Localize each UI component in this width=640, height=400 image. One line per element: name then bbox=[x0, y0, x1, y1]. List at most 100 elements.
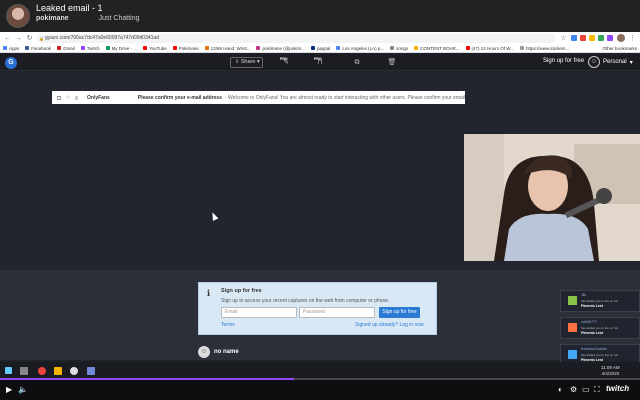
delete-button[interactable]: 🗑 bbox=[386, 57, 398, 69]
settings-icon[interactable]: ⚙ bbox=[570, 384, 577, 396]
bookmark-label: Twitch bbox=[86, 45, 100, 51]
bookmark-label: paypal bbox=[317, 45, 331, 51]
screen: Leaked email - 1 pokimane Just Chatting … bbox=[0, 0, 640, 400]
bookmark-item[interactable]: Twitch bbox=[80, 45, 100, 51]
bookmark-favicon-icon bbox=[311, 46, 316, 50]
bookmark-item[interactable]: songs bbox=[390, 46, 408, 51]
bookmark-item[interactable]: Pokimane bbox=[172, 45, 199, 51]
bookmark-favicon-icon bbox=[25, 46, 30, 50]
bookmark-item[interactable]: My Drive - ... bbox=[105, 45, 138, 51]
bookmark-item[interactable]: Facebook bbox=[25, 46, 51, 51]
bookmark-item[interactable]: https://www.stickem... bbox=[520, 46, 569, 51]
webcam-overlay bbox=[464, 134, 640, 261]
email-field[interactable]: Email bbox=[221, 307, 297, 318]
reload-icon[interactable]: ↻ bbox=[26, 34, 33, 42]
url-field[interactable]: gyazo.com/700ac7dc47a0e60097a747d09d0341… bbox=[37, 33, 556, 43]
star-icon[interactable]: ☆ bbox=[560, 34, 567, 42]
back-icon[interactable]: ← bbox=[4, 35, 11, 42]
chat-username[interactable]: rubbiK777 bbox=[581, 320, 597, 324]
discord-icon[interactable] bbox=[87, 367, 95, 375]
bookmark-item[interactable]: Los Angeles (LA) p... bbox=[336, 46, 384, 51]
stream-title: Leaked email - 1 bbox=[36, 3, 103, 13]
bookmark-item[interactable]: 12/86 Hand: Wrist... bbox=[204, 46, 250, 51]
info-icon: i bbox=[207, 288, 211, 298]
bookmark-label: Gmail bbox=[63, 45, 75, 51]
pro-badge: PRO bbox=[314, 57, 322, 61]
trash-icon: 🗑 bbox=[387, 59, 397, 66]
fullscreen-icon[interactable]: ⛶ bbox=[594, 384, 600, 396]
lock-pro-button[interactable]: PRO ⊓ bbox=[314, 57, 326, 69]
bookmark-favicon-icon bbox=[336, 46, 341, 50]
chrome-icon[interactable] bbox=[38, 367, 46, 375]
edit-pro-button[interactable]: PRO ✎ bbox=[280, 57, 292, 69]
stream-category[interactable]: Just Chatting bbox=[99, 15, 140, 22]
bookmark-favicon-icon bbox=[143, 46, 148, 50]
gyazo-logo-icon[interactable]: G bbox=[5, 57, 17, 69]
bookmark-favicon-icon bbox=[390, 46, 395, 50]
bookmark-label: https://www.stickem... bbox=[526, 45, 570, 51]
uploader-name: no name bbox=[214, 349, 239, 355]
bookmark-label: songs bbox=[396, 45, 409, 51]
extension-icon[interactable] bbox=[571, 35, 577, 41]
other-bookmarks[interactable]: Other bookmarks bbox=[602, 46, 637, 51]
share-button[interactable]: ⇪ Share ▾ bbox=[230, 57, 263, 68]
login-link[interactable]: Signed up already? Log in now bbox=[355, 322, 424, 328]
signup-link[interactable]: Sign up for free bbox=[543, 58, 584, 64]
clip-icon[interactable]: ◐ bbox=[558, 384, 563, 396]
play-icon[interactable]: ▶ bbox=[6, 384, 12, 396]
bookmark-label: YouTube bbox=[149, 45, 167, 51]
signup-button[interactable]: Sign up for free bbox=[379, 307, 420, 318]
copy-button[interactable]: ⧉ bbox=[351, 57, 363, 69]
bookmark-item[interactable]: (47) 12 Hours Of W... bbox=[465, 46, 514, 51]
chat-text: has added you to the on his bbox=[581, 326, 618, 330]
forward-icon[interactable]: → bbox=[15, 35, 22, 42]
bookmark-favicon-icon bbox=[414, 46, 419, 50]
theatre-mode-icon[interactable]: ▭ bbox=[582, 384, 590, 396]
bookmark-item[interactable]: Apps bbox=[3, 46, 19, 51]
taskbar-clock[interactable]: 11:09 AM 4/4/2020 bbox=[601, 365, 620, 377]
bookmark-item[interactable]: Gmail bbox=[57, 46, 75, 51]
folder-icon[interactable] bbox=[54, 367, 62, 375]
bookmark-favicon-icon bbox=[57, 46, 62, 50]
channel-name[interactable]: pokimane bbox=[36, 15, 69, 22]
bookmark-item[interactable]: CONTENT BOAR... bbox=[414, 45, 460, 51]
chat-avatar-icon bbox=[568, 323, 577, 332]
obs-icon[interactable] bbox=[70, 367, 78, 375]
bookmark-label: My Drive - ... bbox=[111, 45, 138, 51]
bookmark-item[interactable]: YouTube bbox=[143, 46, 167, 51]
bookmark-favicon-icon bbox=[3, 46, 7, 50]
bookmark-item[interactable]: paypal bbox=[311, 46, 330, 51]
stream-subtitle: pokimane Just Chatting bbox=[36, 15, 140, 22]
password-field[interactable]: Password bbox=[299, 307, 375, 318]
label-icon[interactable] bbox=[74, 95, 78, 100]
search-icon[interactable] bbox=[20, 367, 28, 375]
bookmark-label: CONTENT BOAR... bbox=[420, 45, 460, 51]
extension-icon[interactable] bbox=[607, 35, 613, 41]
email-checkbox[interactable] bbox=[57, 95, 61, 100]
windows-start-icon[interactable] bbox=[5, 367, 12, 374]
twitch-logo[interactable]: twitch bbox=[606, 384, 629, 393]
extension-icon[interactable] bbox=[589, 35, 595, 41]
chat-avatar-icon bbox=[568, 296, 577, 305]
bookmark-label: Apps bbox=[9, 45, 20, 51]
profile-icon[interactable] bbox=[617, 34, 625, 42]
streamer-avatar[interactable] bbox=[6, 4, 30, 28]
account-menu[interactable]: ☺ Personal ▾ bbox=[588, 56, 633, 68]
volume-icon[interactable]: 🔈 bbox=[18, 384, 28, 396]
extension-icon[interactable] bbox=[598, 35, 604, 41]
chat-username[interactable]: Jilk bbox=[581, 293, 586, 297]
chat-text: has added you to the on his bbox=[581, 353, 618, 357]
star-icon[interactable]: ☆ bbox=[66, 94, 71, 101]
chat-avatar-icon bbox=[568, 350, 577, 359]
email-row[interactable]: ☆ OnlyFans Please confirm your e-mail ad… bbox=[52, 91, 465, 104]
address-bar: ← → ↻ gyazo.com/700ac7dc47a0e60097a747d0… bbox=[0, 32, 640, 44]
bookmark-label: Pokimane bbox=[178, 45, 199, 51]
bookmarks-bar: Apps Facebook Gmail Twitch My Drive - ... You… bbox=[0, 44, 640, 53]
bookmark-favicon-icon bbox=[256, 46, 261, 50]
bookmark-item[interactable]: pokimane (@pokim... bbox=[256, 46, 305, 51]
terms-link[interactable]: Terms bbox=[221, 322, 235, 328]
signup-panel: i Sign up for free Sign up to access you… bbox=[198, 282, 437, 335]
menu-icon[interactable]: ⋮ bbox=[629, 34, 636, 42]
chat-username[interactable]: KoububoCaekibi bbox=[581, 347, 607, 351]
extension-icon[interactable] bbox=[580, 35, 586, 41]
